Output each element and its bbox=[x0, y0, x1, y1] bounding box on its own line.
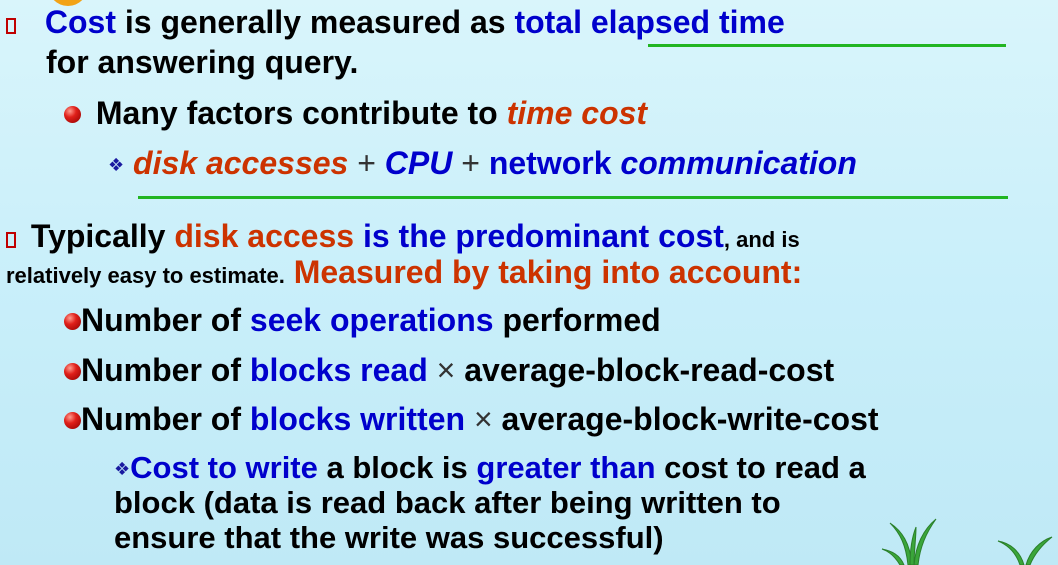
bullet-4: Typically disk access is the predominant… bbox=[6, 218, 800, 255]
seek-operations: seek operations bbox=[249, 302, 494, 338]
box-bullet-icon bbox=[6, 18, 16, 34]
a-block-is: a block is bbox=[317, 450, 477, 485]
bullet-6: Number of blocks read × average-block-re… bbox=[64, 352, 834, 389]
red-ball-icon-3 bbox=[64, 363, 81, 380]
predominant-cost: is the predominant cost bbox=[354, 218, 724, 254]
green-plant-decoration bbox=[881, 518, 1053, 565]
number-of-2: Number of bbox=[81, 352, 250, 388]
bullet-8-line3: ensure that the write was successful) bbox=[114, 520, 664, 555]
times-sign: × bbox=[427, 352, 465, 388]
blocks-written: blocks written bbox=[249, 401, 466, 437]
bullet-1-text: is generally measured as bbox=[116, 4, 515, 40]
diamond-icon-2: ❖ bbox=[114, 459, 131, 479]
cpu: CPU bbox=[384, 145, 453, 181]
bullet-8: ❖Cost to write a block is greater than c… bbox=[114, 450, 866, 486]
red-ball-icon-4 bbox=[64, 412, 81, 429]
time-cost: time cost bbox=[506, 95, 648, 131]
and-is: , and is bbox=[723, 227, 800, 252]
bullet-7: Number of blocks written × average-block… bbox=[64, 401, 879, 438]
network: network bbox=[488, 145, 621, 181]
word-cost: Cost bbox=[44, 4, 116, 40]
bullet-1-line2: for answering query. bbox=[46, 44, 359, 80]
bullet-4-line2: relatively easy to estimate. Measured by… bbox=[6, 254, 802, 291]
total-elapsed-time: total elapsed time bbox=[514, 4, 785, 40]
typically: Typically bbox=[30, 218, 175, 254]
bullet-2: Many factors contribute to time cost bbox=[64, 95, 647, 132]
performed: performed bbox=[493, 302, 661, 338]
number-of: Number of bbox=[81, 302, 250, 338]
times-sign-2: × bbox=[465, 401, 502, 437]
plus-sign-2: + bbox=[452, 145, 489, 181]
bullet-3: ❖ disk accesses + CPU + network communic… bbox=[108, 145, 857, 182]
blocks-read: blocks read bbox=[249, 352, 428, 388]
bullet-8-line2: block (data is read back after being wri… bbox=[114, 485, 781, 520]
disk-accesses: disk accesses bbox=[133, 145, 349, 181]
underline-total-elapsed bbox=[648, 44, 1006, 47]
cost-to-read: cost to read a bbox=[655, 450, 866, 485]
average-block-read-cost: average-block-read-cost bbox=[464, 352, 835, 388]
number-of-3: Number of bbox=[81, 401, 250, 437]
greater-than: greater than bbox=[476, 450, 656, 485]
measured-by: Measured by taking into account: bbox=[284, 254, 803, 290]
red-ball-icon-2 bbox=[64, 313, 81, 330]
disk-access: disk access bbox=[174, 218, 355, 254]
cost-to-write: Cost to write bbox=[130, 450, 318, 485]
red-ball-icon bbox=[64, 106, 81, 123]
relatively-easy: relatively easy to estimate. bbox=[6, 263, 285, 288]
bullet-5: Number of seek operations performed bbox=[64, 302, 661, 339]
communication: communication bbox=[620, 145, 857, 181]
bullet-2-text: Many factors contribute to bbox=[95, 95, 507, 131]
average-block-write-cost: average-block-write-cost bbox=[501, 401, 879, 437]
diamond-icon: ❖ bbox=[108, 155, 125, 175]
bullet-1: Cost is generally measured as total elap… bbox=[6, 4, 785, 41]
underline-bullet-3 bbox=[138, 196, 1008, 199]
box-bullet-icon-2 bbox=[6, 232, 16, 248]
plus-sign: + bbox=[348, 145, 385, 181]
